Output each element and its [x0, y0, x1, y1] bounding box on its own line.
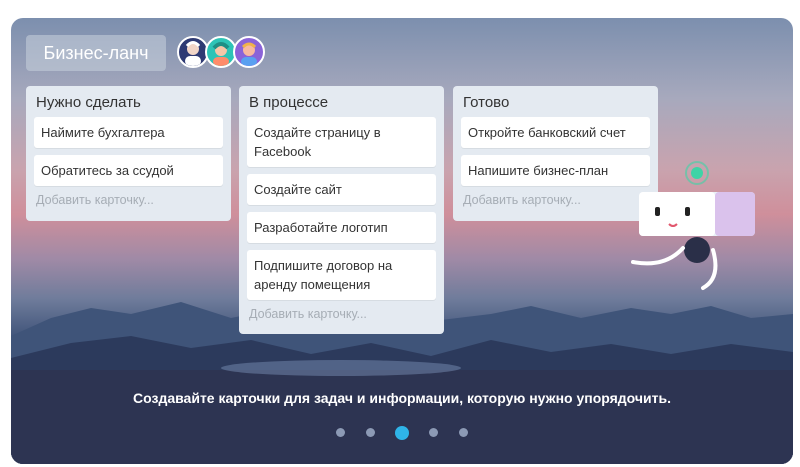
list-in-progress: В процессе Создайте страницу в Facebook …: [239, 86, 444, 334]
carousel-dot-3[interactable]: [395, 425, 409, 440]
add-card-link[interactable]: Добавить карточку...: [249, 307, 436, 321]
robot-mascot-icon: [631, 161, 755, 290]
hero-banner: Бизнес-ланч Нужно сделать Наймите бухгал…: [11, 18, 793, 464]
card[interactable]: Разработайте логотип: [247, 212, 436, 243]
list-to-do: Нужно сделать Наймите бухгалтера Обратит…: [26, 86, 231, 221]
carousel-dot-4[interactable]: [429, 428, 439, 438]
card[interactable]: Наймите бухгалтера: [34, 117, 223, 148]
list-title: Нужно сделать: [36, 94, 141, 111]
list-title: В процессе: [249, 94, 329, 111]
carousel-dot-1[interactable]: [336, 428, 346, 438]
card[interactable]: Обратитесь за ссудой: [34, 155, 223, 186]
person-icon: [212, 42, 230, 66]
caption-text: Создавайте карточки для задач и информац…: [133, 390, 671, 406]
carousel-indicator: [11, 424, 793, 442]
card[interactable]: Создайте сайт: [247, 174, 436, 205]
add-card-link[interactable]: Добавить карточку...: [36, 193, 223, 207]
avatar-3[interactable]: [233, 36, 265, 68]
person-icon: [185, 41, 201, 66]
person-icon: [241, 42, 257, 66]
card[interactable]: Создайте страницу в Facebook: [247, 117, 436, 167]
carousel-dot-5[interactable]: [458, 428, 468, 438]
board-title[interactable]: Бизнес-ланч: [26, 35, 166, 71]
carousel-dot-2[interactable]: [365, 428, 375, 438]
card[interactable]: Подпишите договор на аренду помещения: [247, 250, 436, 300]
list-title: Готово: [463, 94, 510, 111]
card[interactable]: Напишите бизнес-план: [461, 155, 650, 186]
add-card-link[interactable]: Добавить карточку...: [463, 193, 650, 207]
card[interactable]: Откройте банковский счет: [461, 117, 650, 148]
